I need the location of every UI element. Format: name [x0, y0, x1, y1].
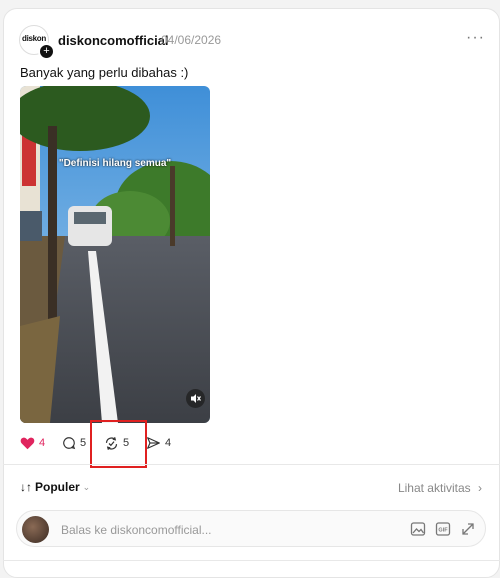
share-button[interactable]: 4 [146, 433, 171, 453]
more-options-icon[interactable]: ··· [466, 29, 485, 47]
speaker-muted-icon [191, 394, 201, 403]
chevron-right-icon: › [478, 481, 482, 495]
sort-dropdown[interactable]: ↓↑ Populer ⌄ [20, 480, 90, 494]
sort-label: Populer [35, 480, 80, 494]
like-count: 4 [39, 437, 46, 449]
video-overlay-text: "Definisi hilang semua" [58, 158, 172, 169]
gif-icon[interactable]: GIF [435, 521, 451, 537]
image-icon[interactable] [410, 521, 426, 537]
share-count: 4 [165, 437, 172, 449]
author-avatar[interactable]: diskon + [19, 25, 55, 60]
divider [3, 464, 500, 465]
comment-button[interactable]: 5 [62, 433, 86, 453]
comment-count: 5 [80, 437, 87, 449]
view-activity-label: Lihat aktivitas [397, 481, 471, 495]
repost-highlight-box [90, 420, 147, 468]
post-date: 04/06/2026 [161, 33, 222, 47]
heart-icon [20, 437, 35, 450]
mute-toggle-button[interactable] [186, 389, 205, 408]
expand-icon[interactable] [460, 521, 476, 537]
post-caption: Banyak yang perlu dibahas :) [20, 65, 189, 80]
svg-text:GIF: GIF [438, 528, 448, 534]
sort-arrows-icon: ↓↑ [20, 480, 32, 494]
author-username[interactable]: diskoncomofficial [58, 33, 169, 48]
reply-input[interactable] [59, 519, 363, 541]
comment-icon [63, 437, 76, 450]
video-frame [20, 86, 210, 423]
avatar-logo-text: diskon [22, 34, 46, 43]
view-activity-link[interactable]: Lihat aktivitas › [398, 481, 482, 495]
reply-user-avatar [22, 516, 49, 543]
divider [3, 560, 500, 561]
reply-bar: GIF [16, 510, 486, 547]
send-icon [147, 437, 160, 449]
follow-plus-icon[interactable]: + [38, 43, 55, 60]
like-button[interactable]: 4 [20, 433, 45, 453]
post-video[interactable]: "Definisi hilang semua" [20, 86, 210, 423]
chevron-down-icon: ⌄ [82, 481, 91, 492]
